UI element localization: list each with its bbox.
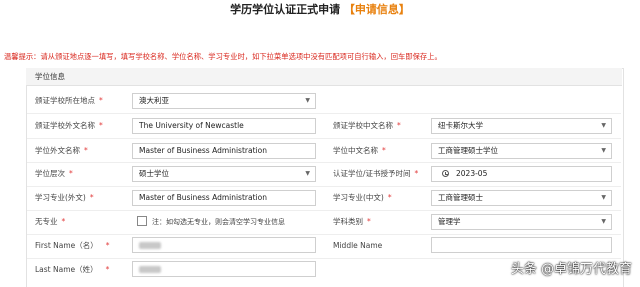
degree-level-value: 硕士学位 (139, 169, 169, 178)
degree-chinese-label: 学位中文名称 * (333, 146, 386, 155)
notice-text: 温馨提示：请从颁证地点逐一填写，填写学校名称、学位名称、学习专业时，如下拉菜单选… (4, 52, 442, 61)
major-foreign-value: Master of Business Administration (139, 193, 267, 202)
page-title: 学历学位认证正式申请 【申请信息】 (0, 0, 640, 20)
first-name-input[interactable] (132, 237, 316, 253)
school-chinese-select[interactable]: 纽卡斯尔大学 ▼ (431, 118, 612, 134)
degree-foreign-value: Master of Business Administration (139, 146, 267, 155)
chevron-down-icon: ▼ (601, 147, 606, 154)
last-name-label: Last Name（姓） * (35, 265, 110, 274)
country-label: 颁证学校所在地点 * (35, 96, 103, 105)
major-chinese-select[interactable]: 工商管理硕士 ▼ (431, 190, 612, 206)
chevron-down-icon: ▼ (601, 218, 606, 225)
clock-icon (442, 170, 449, 177)
first-name-label: First Name（名） * (35, 241, 110, 250)
school-chinese-label: 颁证学校中文名称 * (333, 121, 401, 130)
discipline-value: 管理学 (438, 217, 461, 226)
country-select[interactable]: 澳大利亚 ▼ (132, 93, 316, 109)
chevron-down-icon: ▼ (305, 170, 310, 177)
country-value: 澳大利亚 (139, 96, 169, 105)
award-time-picker[interactable]: 2023-05 (431, 166, 612, 182)
page-title-highlight: 【申请信息】 (343, 3, 410, 16)
discipline-label: 学科类别 * (333, 217, 371, 226)
middle-name-input[interactable] (431, 237, 612, 253)
school-foreign-input[interactable]: The University of Newcastle (132, 118, 316, 134)
school-foreign-value: The University of Newcastle (139, 121, 244, 130)
degree-foreign-input[interactable]: Master of Business Administration (132, 143, 316, 159)
degree-chinese-value: 工商管理硕士学位 (438, 146, 498, 155)
chevron-down-icon: ▼ (601, 194, 606, 201)
no-major-label: 无专业 * (35, 217, 66, 226)
major-foreign-label: 学习专业(外文) * (35, 193, 94, 202)
degree-chinese-select[interactable]: 工商管理硕士学位 ▼ (431, 143, 612, 159)
school-foreign-label: 颁证学校外文名称 * (35, 121, 103, 130)
redacted-mask (139, 241, 161, 249)
discipline-select[interactable]: 管理学 ▼ (431, 214, 612, 230)
middle-name-label: Middle Name (333, 241, 383, 250)
no-major-note: 注：如勾选无专业，则会清空学习专业信息 (152, 218, 285, 226)
award-time-value: 2023-05 (456, 169, 488, 178)
major-chinese-value: 工商管理硕士 (438, 193, 483, 202)
page-title-main: 学历学位认证正式申请 (230, 3, 341, 16)
degree-level-select[interactable]: 硕士学位 ▼ (132, 166, 316, 182)
major-chinese-label: 学习专业(中文) * (333, 193, 392, 202)
chevron-down-icon: ▼ (305, 97, 310, 104)
section-header: 学位信息 (26, 68, 622, 86)
degree-level-label: 学位层次 * (35, 169, 73, 178)
section-title: 学位信息 (35, 72, 65, 81)
last-name-input[interactable] (132, 261, 316, 277)
school-chinese-value: 纽卡斯尔大学 (438, 121, 483, 130)
watermark: 头条 @卓锦万代教育 (510, 262, 632, 277)
redacted-mask (139, 265, 161, 273)
no-major-checkbox[interactable] (137, 216, 147, 226)
degree-foreign-label: 学位外文名称 * (35, 146, 88, 155)
chevron-down-icon: ▼ (601, 122, 606, 129)
award-time-label: 认证学位/证书授予时间 * (333, 169, 419, 178)
major-foreign-input[interactable]: Master of Business Administration (132, 190, 316, 206)
